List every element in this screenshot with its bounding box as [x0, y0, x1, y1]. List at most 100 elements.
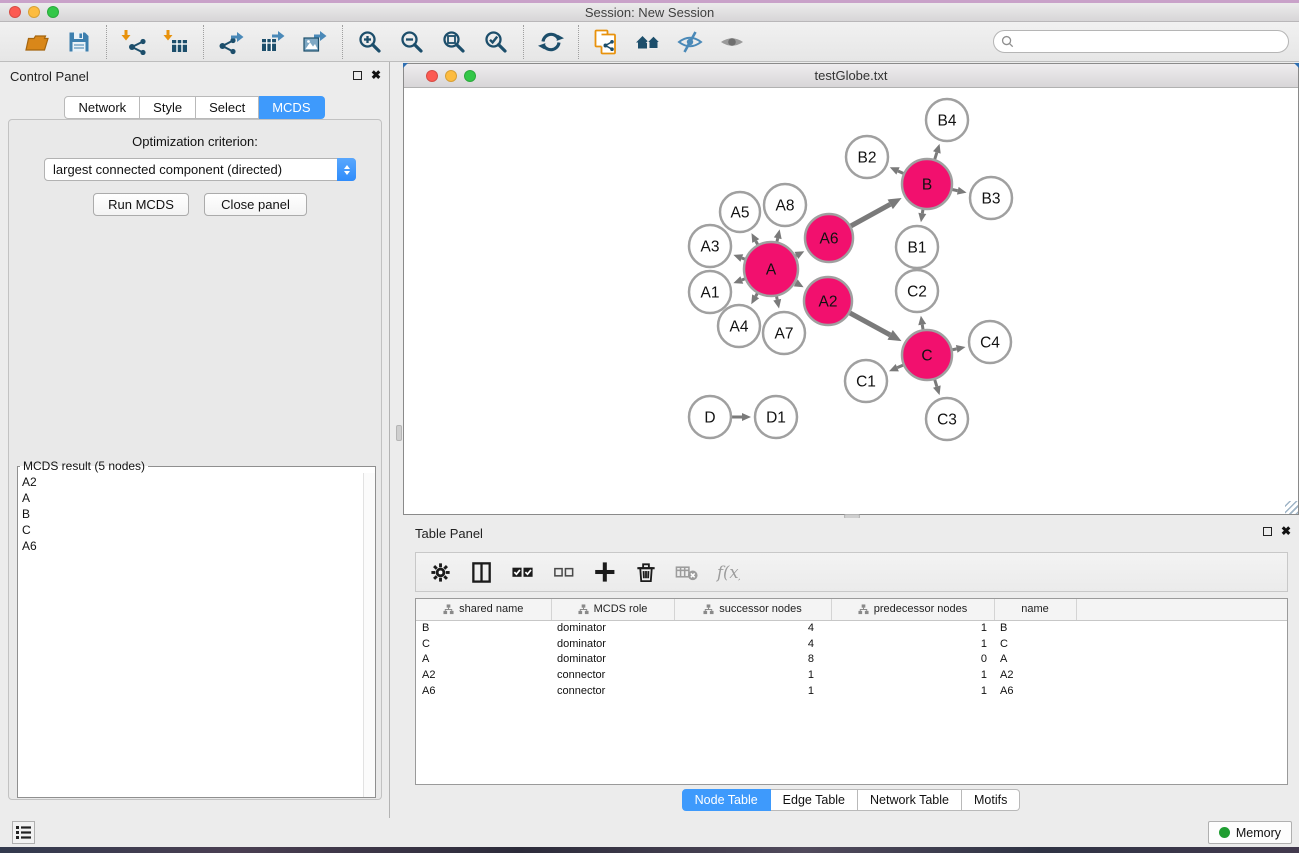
column-header-name[interactable]: name — [994, 599, 1076, 620]
graph-node-A7[interactable]: A7 — [763, 312, 805, 354]
graph-node-B1[interactable]: B1 — [896, 226, 938, 268]
column-header-MCDS-role[interactable]: MCDS role — [551, 599, 674, 620]
network-minimize-button[interactable] — [445, 70, 457, 82]
cell[interactable]: 1 — [674, 667, 831, 683]
cell[interactable]: A2 — [416, 667, 551, 683]
open-file-icon[interactable] — [22, 28, 52, 56]
run-mcds-button[interactable]: Run MCDS — [93, 193, 189, 216]
column-header-predecessor-nodes[interactable]: predecessor nodes — [831, 599, 994, 620]
cell[interactable]: dominator — [551, 620, 674, 636]
column-header-successor-nodes[interactable]: successor nodes — [674, 599, 831, 620]
search-box[interactable] — [993, 30, 1289, 53]
import-network-icon[interactable] — [119, 28, 149, 56]
table-row-A[interactable]: Adominator80A — [416, 651, 1287, 667]
tab-network[interactable]: Network — [64, 96, 140, 119]
result-scrollbar[interactable] — [363, 473, 375, 797]
node-table[interactable]: shared nameMCDS rolesuccessor nodesprede… — [415, 598, 1288, 785]
graph-node-A6[interactable]: A6 — [805, 214, 853, 262]
export-table-icon[interactable] — [258, 28, 288, 56]
mcds-result-item[interactable]: A6 — [22, 538, 375, 554]
cell[interactable]: 1 — [831, 683, 994, 699]
mcds-result-item[interactable]: C — [22, 522, 375, 538]
cell[interactable]: 4 — [674, 636, 831, 652]
cell[interactable]: 4 — [674, 620, 831, 636]
table-row-A2[interactable]: A2connector11A2 — [416, 667, 1287, 683]
tab-style[interactable]: Style — [140, 96, 196, 119]
zoom-fit-icon[interactable] — [439, 28, 469, 56]
network-window-titlebar[interactable]: testGlobe.txt — [404, 64, 1298, 88]
select-all-checks-icon[interactable] — [510, 559, 536, 585]
cell[interactable]: A6 — [416, 683, 551, 699]
graph-node-A1[interactable]: A1 — [689, 271, 731, 313]
close-window-button[interactable] — [9, 6, 21, 18]
cell[interactable]: A — [994, 651, 1076, 667]
deselect-all-checks-icon[interactable] — [551, 559, 577, 585]
delete-column-icon[interactable] — [633, 559, 659, 585]
show-all-icon[interactable] — [717, 28, 747, 56]
cell[interactable]: A — [416, 651, 551, 667]
graph-node-C[interactable]: C — [902, 330, 952, 380]
graph-node-D1[interactable]: D1 — [755, 396, 797, 438]
zoom-in-icon[interactable] — [355, 28, 385, 56]
tab-node-table[interactable]: Node Table — [682, 789, 771, 811]
cell[interactable]: B — [994, 620, 1076, 636]
tab-motifs[interactable]: Motifs — [962, 789, 1020, 811]
search-input[interactable] — [1014, 31, 1288, 52]
network-zoom-button[interactable] — [464, 70, 476, 82]
graph-node-B[interactable]: B — [902, 159, 952, 209]
graph-node-A5[interactable]: A5 — [720, 192, 760, 232]
resize-grip-icon[interactable] — [1285, 501, 1298, 514]
cell[interactable]: connector — [551, 667, 674, 683]
cell[interactable]: 1 — [831, 620, 994, 636]
graph-node-B3[interactable]: B3 — [970, 177, 1012, 219]
optimization-criterion-select[interactable]: largest connected component (directed) — [44, 158, 356, 181]
zoom-out-icon[interactable] — [397, 28, 427, 56]
graph-node-A[interactable]: A — [744, 242, 798, 296]
column-header-shared-name[interactable]: shared name — [416, 599, 551, 620]
cell[interactable]: dominator — [551, 636, 674, 652]
float-panel-icon[interactable] — [353, 71, 362, 80]
cell[interactable]: dominator — [551, 651, 674, 667]
close-panel-button[interactable]: Close panel — [204, 193, 307, 216]
combo-stepper-icon[interactable] — [337, 158, 356, 181]
table-row-C[interactable]: Cdominator41C — [416, 636, 1287, 652]
cell[interactable]: 1 — [674, 683, 831, 699]
cell[interactable]: B — [416, 620, 551, 636]
memory-button[interactable]: Memory — [1208, 821, 1292, 844]
tab-edge-table[interactable]: Edge Table — [771, 789, 858, 811]
save-session-icon[interactable] — [64, 28, 94, 56]
network-canvas[interactable]: B4B2BB3B1A5A8A6A3AA1A4A7A2C2C4CC1C3DD1 — [404, 88, 1298, 514]
import-table-icon[interactable] — [161, 28, 191, 56]
minimize-window-button[interactable] — [28, 6, 40, 18]
close-panel-icon[interactable]: ✖ — [371, 69, 381, 81]
graph-node-B4[interactable]: B4 — [926, 99, 968, 141]
window-traffic-lights[interactable] — [9, 6, 59, 18]
gear-icon[interactable] — [428, 559, 454, 585]
graph-node-A4[interactable]: A4 — [718, 305, 760, 347]
cell[interactable]: 0 — [831, 651, 994, 667]
close-panel-icon[interactable]: ✖ — [1281, 525, 1291, 537]
vertical-splitter-handle[interactable] — [396, 425, 402, 441]
cell[interactable]: 8 — [674, 651, 831, 667]
cell[interactable]: 1 — [831, 667, 994, 683]
graph-node-A8[interactable]: A8 — [764, 184, 806, 226]
table-row-A6[interactable]: A6connector11A6 — [416, 683, 1287, 699]
clone-network-icon[interactable] — [591, 28, 621, 56]
export-network-icon[interactable] — [216, 28, 246, 56]
cell[interactable]: 1 — [831, 636, 994, 652]
cell[interactable]: C — [416, 636, 551, 652]
graph-node-C2[interactable]: C2 — [896, 270, 938, 312]
network-window-traffic-lights[interactable] — [426, 70, 476, 82]
show-panels-button[interactable] — [12, 821, 35, 844]
graph-node-C4[interactable]: C4 — [969, 321, 1011, 363]
cell[interactable]: A2 — [994, 667, 1076, 683]
tab-select[interactable]: Select — [196, 96, 259, 119]
float-panel-icon[interactable] — [1263, 527, 1272, 536]
zoom-selected-icon[interactable] — [481, 28, 511, 56]
mcds-result-list[interactable]: A2ABCA6 — [18, 473, 375, 797]
graph-node-A2[interactable]: A2 — [804, 277, 852, 325]
split-view-icon[interactable] — [469, 559, 495, 585]
network-close-button[interactable] — [426, 70, 438, 82]
app-titlebar[interactable]: Session: New Session — [0, 3, 1299, 22]
mcds-result-item[interactable]: A — [22, 490, 375, 506]
